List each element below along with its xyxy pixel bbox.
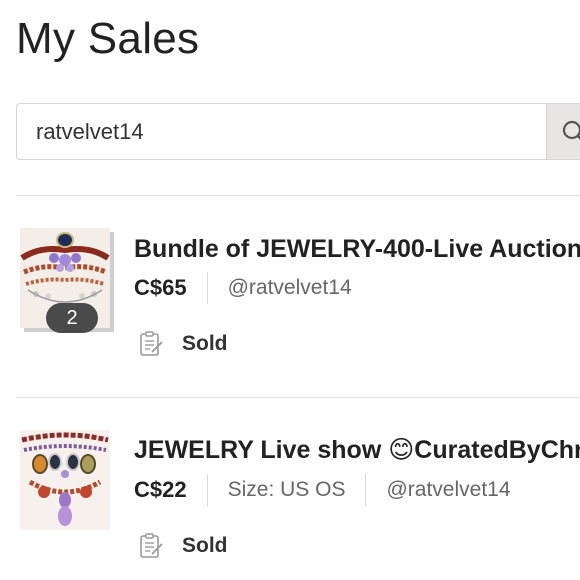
my-sales-page: My Sales ratvelvet14 2 Bundle of JEWELRY… <box>0 0 580 580</box>
search-button[interactable] <box>546 103 580 160</box>
photo-count-badge: 2 <box>46 303 98 333</box>
divider <box>16 195 580 196</box>
seller-link[interactable]: @ratvelvet14 <box>386 478 510 502</box>
item-price: C$22 <box>134 477 187 502</box>
search-icon <box>562 120 580 140</box>
item-title[interactable]: Bundle of JEWELRY-400-Live Auction <box>134 235 580 264</box>
item-thumbnail[interactable] <box>20 430 110 530</box>
meta-separator <box>206 474 208 506</box>
item-meta: C$22 Size: US OS @ratvelvet14 <box>134 474 511 506</box>
page-title: My Sales <box>16 14 200 63</box>
item-status: Sold <box>138 330 228 358</box>
status-label: Sold <box>182 534 228 557</box>
jewelry-photo <box>20 430 110 530</box>
clipboard-icon <box>140 533 163 558</box>
item-size: Size: US OS <box>227 478 346 501</box>
item-thumbnail[interactable]: 2 <box>20 228 110 333</box>
item-meta: C$65 @ratvelvet14 <box>134 272 352 304</box>
item-status: Sold <box>138 532 228 560</box>
search-input[interactable] <box>16 103 547 160</box>
search-bar <box>16 103 580 160</box>
meta-separator <box>365 474 367 506</box>
item-price: C$65 <box>134 275 187 300</box>
seller-link[interactable]: @ratvelvet14 <box>228 276 352 300</box>
meta-separator <box>206 272 208 304</box>
status-label: Sold <box>182 332 228 355</box>
divider <box>16 397 580 398</box>
item-title[interactable]: JEWELRY Live show 😊CuratedByChry <box>134 435 580 465</box>
clipboard-icon <box>140 331 163 356</box>
